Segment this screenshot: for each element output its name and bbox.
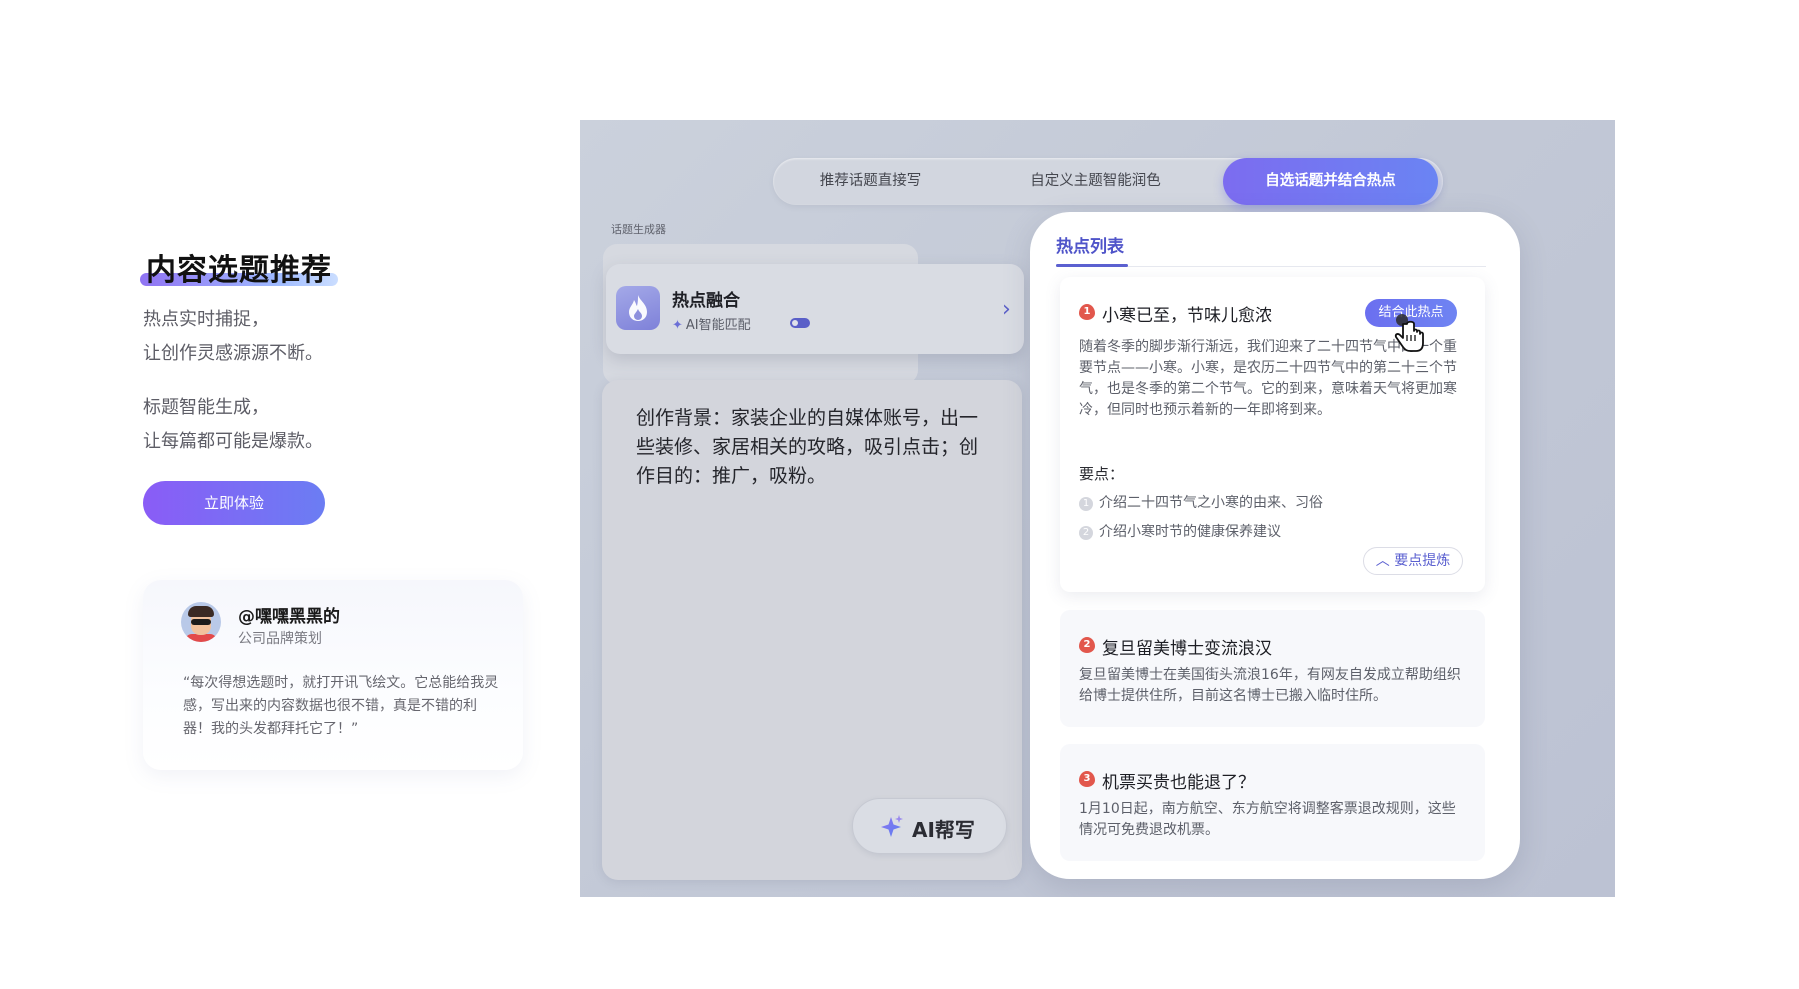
hot-item[interactable]: 1 小寒已至，节味儿愈浓 结合此热点 随着冬季的脚步渐行渐远，我们迎来了二十四节… <box>1060 277 1485 592</box>
tab-topic-with-hotspot[interactable]: 自选话题并结合热点 <box>1223 158 1438 205</box>
hero-paragraph-1-line-2: 让创作灵感源源不断。 <box>143 343 323 364</box>
mode-tabs: 推荐话题直接写 自定义主题智能润色 自选话题并结合热点 <box>773 158 1443 205</box>
active-tab-indicator <box>1056 264 1128 267</box>
hero-title: 内容选题推荐 <box>146 253 332 288</box>
rank-badge: 2 <box>1079 637 1095 653</box>
hot-item-title: 复旦留美博士变流浪汉 <box>1102 639 1272 659</box>
key-point-text: 介绍二十四节气之小寒的由来、习俗 <box>1099 495 1323 511</box>
testimonial-name: @嘿嘿黑黑的 <box>238 607 340 627</box>
key-points-label: 要点： <box>1079 465 1125 483</box>
tab-custom-theme[interactable]: 自定义主题智能润色 <box>998 158 1193 205</box>
key-point: 2 介绍小寒时节的健康保养建议 <box>1079 521 1281 541</box>
chevron-up-icon: ︿ <box>1375 553 1390 569</box>
hand-pointer-icon <box>1394 314 1424 352</box>
hero-paragraph-1-line-1: 热点实时捕捉， <box>143 309 269 330</box>
flame-icon <box>616 286 660 330</box>
hero-title-wrap: 内容选题推荐 <box>140 245 338 289</box>
key-point-number: 2 <box>1079 526 1093 540</box>
rank-badge: 3 <box>1079 771 1095 787</box>
hero-paragraph-2: 标题智能生成， 让每篇都可能是爆款。 <box>143 391 573 459</box>
testimonial-quote: “每次得想选题时，就打开讯飞绘文。它总能给我灵感，写出来的内容数据也很不错，真是… <box>183 675 499 737</box>
hot-item-title: 小寒已至，节味儿愈浓 <box>1102 306 1272 326</box>
hero-paragraph-2-line-1: 标题智能生成， <box>143 397 269 418</box>
chevron-right-icon[interactable]: › <box>1002 297 1011 322</box>
hot-item[interactable]: 2 复旦留美博士变流浪汉 复旦留美博士在美国街头流浪16年，有网友自发成立帮助组… <box>1060 610 1485 727</box>
testimonial-role: 公司品牌策划 <box>238 631 322 647</box>
tab-recommended-topic[interactable]: 推荐话题直接写 <box>773 158 968 205</box>
testimonial-card: @嘿嘿黑黑的 公司品牌策划 “每次得想选题时，就打开讯飞绘文。它总能给我灵感，写… <box>143 580 523 770</box>
hot-item-description: 复旦留美博士在美国街头流浪16年，有网友自发成立帮助组织给博士提供住所，目前这名… <box>1079 667 1461 704</box>
ai-write-button[interactable]: AI帮写 <box>852 798 1007 854</box>
hot-item-description: 1月10日起，南方航空、东方航空将调整客票退改规则，这些情况可免费退改机票。 <box>1079 801 1456 838</box>
ai-match-toggle[interactable] <box>790 318 810 328</box>
key-point: 1 介绍二十四节气之小寒的由来、习俗 <box>1079 492 1323 512</box>
ai-match-label: ✦ AI智能匹配 <box>672 314 751 333</box>
refine-key-points-button[interactable]: ︿ 要点提炼 <box>1363 547 1463 575</box>
avatar <box>181 602 221 642</box>
creation-background-text[interactable]: 创作背景：家装企业的自媒体账号，出一些装修、家居相关的攻略，吸引点击；创作目的：… <box>636 404 991 491</box>
hero-paragraph-1: 热点实时捕捉， 让创作灵感源源不断。 <box>143 303 573 371</box>
hot-fusion-card[interactable]: 热点融合 ✦ AI智能匹配 › <box>606 264 1024 354</box>
hot-fusion-title: 热点融合 <box>672 291 740 311</box>
ai-write-label: AI帮写 <box>912 818 975 842</box>
rank-badge: 1 <box>1079 304 1095 320</box>
hero-paragraph-2-line-2: 让每篇都可能是爆款。 <box>143 431 323 452</box>
hot-item-title: 机票买贵也能退了？ <box>1102 773 1255 793</box>
tab-hot-list[interactable]: 热点列表 <box>1056 232 1124 257</box>
refine-label: 要点提炼 <box>1394 553 1451 569</box>
product-preview-panel: 推荐话题直接写 自定义主题智能润色 自选话题并结合热点 话题生成器 热点融合 ✦… <box>580 120 1615 897</box>
hot-list-panel: 热点列表 1 小寒已至，节味儿愈浓 结合此热点 随着冬季的脚步渐行渐远，我们迎来… <box>1030 212 1520 879</box>
sparkle-icon <box>881 815 903 837</box>
key-point-text: 介绍小寒时节的健康保养建议 <box>1099 524 1281 540</box>
key-point-number: 1 <box>1079 497 1093 511</box>
sparkle-icon: ✦ <box>672 318 683 333</box>
creation-background-card: 创作背景：家装企业的自媒体账号，出一些装修、家居相关的攻略，吸引点击；创作目的：… <box>602 380 1022 880</box>
hero-section: 内容选题推荐 热点实时捕捉， 让创作灵感源源不断。 标题智能生成， 让每篇都可能… <box>140 245 573 525</box>
try-now-button[interactable]: 立即体验 <box>143 481 325 525</box>
generator-label: 话题生成器 <box>611 223 666 236</box>
ai-match-text: AI智能匹配 <box>685 318 751 333</box>
hot-item[interactable]: 3 机票买贵也能退了？ 1月10日起，南方航空、东方航空将调整客票退改规则，这些… <box>1060 744 1485 861</box>
